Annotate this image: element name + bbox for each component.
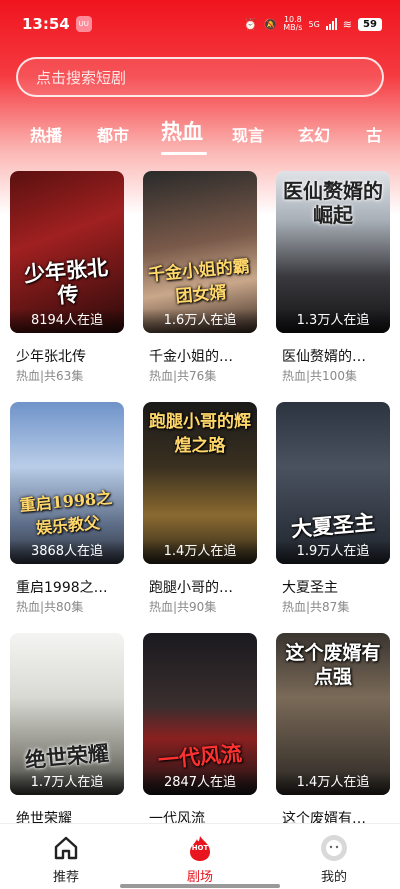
drama-poster: 少年张北传 8194人在追 — [10, 171, 124, 333]
drama-poster: 绝世荣耀 1.7万人在追 — [10, 633, 124, 795]
bottom-nav: 推荐 HOT 剧场 我的 — [0, 823, 400, 889]
poster-title: 跑腿小哥的辉煌之路 — [149, 412, 251, 456]
drama-card[interactable]: 一代风流 2847人在追 一代风流 — [143, 633, 257, 851]
viewer-count: 1.4万人在追 — [276, 771, 390, 795]
viewer-count: 1.4万人在追 — [143, 540, 257, 564]
nav-profile[interactable]: 我的 — [294, 824, 374, 889]
wifi-icon: ≋ — [342, 17, 352, 31]
nav-label: 我的 — [320, 870, 347, 885]
battery-indicator: 59 — [358, 17, 382, 31]
search-input[interactable]: 点击搜索短剧 — [16, 57, 384, 97]
drama-title: 少年张北传 — [16, 349, 86, 365]
nav-theater[interactable]: HOT 剧场 — [160, 824, 240, 889]
drama-poster: 大夏圣主 1.9万人在追 — [276, 402, 390, 564]
drama-card[interactable]: 重启1998之娱乐教父 3868人在追 重启1998之… 热血|共80集 — [10, 402, 124, 620]
drama-meta: 热血|共90集 — [149, 600, 217, 614]
drama-poster: 一代风流 2847人在追 — [143, 633, 257, 795]
drama-meta: 热血|共63集 — [16, 369, 84, 383]
tab-rebo[interactable]: 热播 — [30, 122, 62, 146]
drama-card[interactable]: 少年张北传 8194人在追 少年张北传 热血|共63集 — [10, 171, 124, 389]
poster-title: 少年张北传 — [22, 254, 109, 308]
viewer-count: 1.3万人在追 — [276, 309, 390, 333]
drama-card[interactable]: 这个废婿有点强 1.4万人在追 这个废婿有… — [276, 633, 390, 851]
drama-title: 重启1998之… — [16, 580, 108, 596]
home-icon — [54, 836, 78, 860]
drama-card[interactable]: 绝世荣耀 1.7万人在追 绝世荣耀 — [10, 633, 124, 851]
drama-title: 大夏圣主 — [282, 580, 338, 596]
profile-icon — [321, 835, 347, 861]
tab-xuanhuan[interactable]: 玄幻 — [298, 122, 330, 146]
signal-icon — [325, 18, 337, 30]
nav-label: 推荐 — [52, 870, 79, 885]
poster-title: 重启1998之娱乐教父 — [18, 488, 113, 538]
nav-label: 剧场 — [186, 870, 213, 885]
drama-poster: 跑腿小哥的辉煌之路 1.4万人在追 — [143, 402, 257, 564]
drama-poster: 这个废婿有点强 1.4万人在追 — [276, 633, 390, 795]
alarm-icon: ⏰ — [243, 17, 258, 31]
poster-title: 千金小姐的霸团女婿 — [147, 256, 251, 308]
viewer-count: 8194人在追 — [10, 309, 124, 333]
home-indicator — [120, 884, 280, 888]
drama-meta: 热血|共87集 — [282, 600, 350, 614]
drama-poster: 医仙赘婿的崛起 1.3万人在追 — [276, 171, 390, 333]
search-placeholder: 点击搜索短剧 — [36, 68, 127, 87]
status-bar: 13:54 UU ⏰ 🔕 10.8 MB/s 5G ≋ 59 — [0, 0, 400, 48]
active-tab-indicator — [161, 152, 207, 155]
viewer-count: 1.7万人在追 — [10, 771, 124, 795]
drama-poster: 千金小姐的霸团女婿 1.6万人在追 — [143, 171, 257, 333]
drama-card[interactable]: 大夏圣主 1.9万人在追 大夏圣主 热血|共87集 — [276, 402, 390, 620]
mute-icon: 🔕 — [263, 17, 278, 31]
network-type: 5G — [308, 19, 320, 29]
drama-meta: 热血|共76集 — [149, 369, 217, 383]
drama-meta: 热血|共80集 — [16, 600, 84, 614]
tab-dushi[interactable]: 都市 — [97, 122, 129, 146]
tab-xianyan[interactable]: 现言 — [232, 122, 264, 146]
speed-unit: MB/s — [283, 23, 303, 32]
drama-card[interactable]: 跑腿小哥的辉煌之路 1.4万人在追 跑腿小哥的… 热血|共90集 — [143, 402, 257, 620]
hot-badge-text: HOT — [191, 844, 209, 852]
tab-gu[interactable]: 古 — [366, 122, 382, 146]
viewer-count: 1.6万人在追 — [143, 309, 257, 333]
drama-title: 千金小姐的… — [149, 349, 233, 365]
viewer-count: 3868人在追 — [10, 540, 124, 564]
poster-title: 医仙赘婿的崛起 — [283, 179, 383, 227]
drama-card[interactable]: 医仙赘婿的崛起 1.3万人在追 医仙赘婿的… 热血|共100集 — [276, 171, 390, 389]
status-time: 13:54 — [22, 15, 70, 33]
nav-recommend[interactable]: 推荐 — [26, 824, 106, 889]
network-speed: 10.8 MB/s — [283, 16, 302, 32]
viewer-count: 1.9万人在追 — [276, 540, 390, 564]
drama-title: 跑腿小哥的… — [149, 580, 233, 596]
category-tabs: 热播 都市 热血 现言 玄幻 古 — [0, 116, 400, 160]
drama-poster: 重启1998之娱乐教父 3868人在追 — [10, 402, 124, 564]
tab-rexue[interactable]: 热血 — [161, 116, 203, 146]
poster-title: 这个废婿有点强 — [285, 642, 381, 688]
viewer-count: 2847人在追 — [143, 771, 257, 795]
drama-meta: 热血|共100集 — [282, 369, 357, 383]
app-notification-icon: UU — [75, 16, 92, 32]
drama-title: 医仙赘婿的… — [282, 349, 366, 365]
drama-card[interactable]: 千金小姐的霸团女婿 1.6万人在追 千金小姐的… 热血|共76集 — [143, 171, 257, 389]
